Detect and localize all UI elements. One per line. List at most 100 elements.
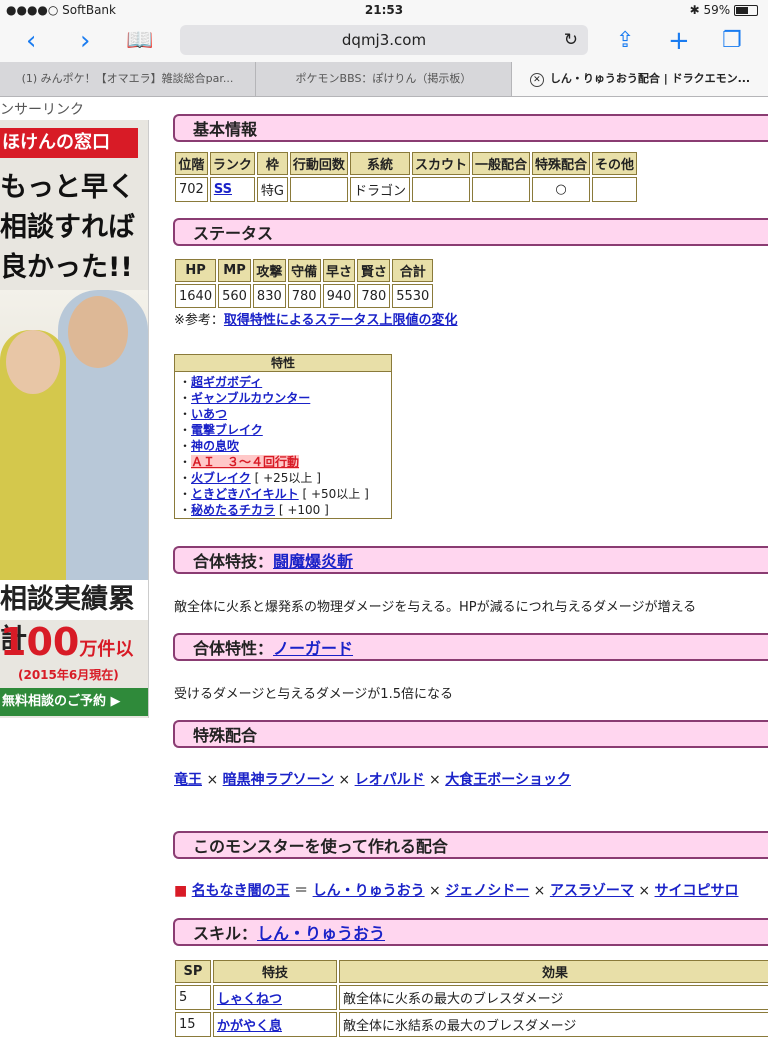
formula-sep: ×	[529, 883, 550, 899]
traits-header: 特性	[175, 355, 391, 372]
trait-item: ・超ギガボディ	[179, 375, 263, 389]
status-table: HP MP 攻撃 守備 早さ 賢さ 合計 1640 560 830 780 940 780 5530	[173, 257, 435, 310]
tab-label: (1) みんポケ！【オマエラ】雑談総合par...	[21, 72, 234, 85]
close-tab-icon[interactable]: ✕	[529, 73, 544, 87]
tab-3-active[interactable]: ✕ しん・りゅうおう配合 | ドラクエモン...	[512, 62, 768, 96]
uses-formula: ■ 名もなき闇の王 ＝ しん・りゅうおう × ジェノシドー × アスラゾーマ ×…	[174, 880, 739, 900]
ad-cta-button[interactable]: 無料相談のご予約 ▶	[0, 688, 148, 716]
trait-extra: [ +50以上 ]	[298, 487, 369, 501]
trait-link[interactable]: 神の息吹	[191, 439, 239, 453]
trait-extra: [ +100 ]	[275, 503, 329, 517]
basic-col-header: スカウト	[411, 152, 470, 175]
basic-col-header: 系統	[349, 152, 410, 175]
monster-link[interactable]: 竜王	[174, 772, 202, 788]
battery-icon	[734, 5, 758, 16]
monster-link[interactable]: 名もなき闇の王	[192, 883, 290, 899]
trait-link[interactable]: 火ブレイク	[191, 471, 251, 485]
stat-col-header: HP	[175, 259, 217, 282]
stat-cell: 830	[252, 284, 286, 308]
tab-2[interactable]: ポケモンBBS：ぽけりん（掲示板）	[256, 62, 512, 96]
gattai-skill-desc: 敵全体に火系と爆発系の物理ダメージを与える。HPが減るにつれ与えるダメージが増え…	[174, 600, 697, 615]
basic-cell: ○	[531, 177, 590, 202]
trait-link[interactable]: いあつ	[191, 407, 227, 421]
stat-col-header: MP	[218, 259, 251, 282]
stat-col-header: 攻撃	[252, 259, 286, 282]
skill-link[interactable]: しん・りゅうおう	[257, 924, 385, 943]
gattai-trait-link[interactable]: ノーガード	[273, 639, 353, 658]
section-status: ステータス	[173, 218, 768, 246]
basic-cell	[471, 177, 530, 202]
tab-label: ポケモンBBS：ぽけりん（掲示板）	[295, 72, 472, 85]
url-text: dqmj3.com	[341, 31, 427, 49]
stat-cell: 780	[287, 284, 321, 308]
monster-link[interactable]: しん・りゅうおう	[313, 883, 425, 899]
basic-cell: ドラゴン	[349, 177, 410, 202]
stat-col-header: 賢さ	[357, 259, 391, 282]
trait-link[interactable]: ときどきバイキルト	[191, 487, 299, 501]
section-special-breed: 特殊配合	[173, 720, 768, 748]
rank-link[interactable]: SS	[214, 182, 232, 197]
trait-link[interactable]: 超ギガボディ	[191, 375, 262, 389]
skill-sp: 15	[175, 1012, 211, 1037]
tabs-overview-icon[interactable]: ❐	[722, 26, 742, 56]
sidebar-ad[interactable]: ほけんの窓口 もっと早く 相談すれば 良かった!! 相談実績累計 100万件以上…	[0, 120, 149, 718]
basic-col-header: 特殊配合	[531, 152, 590, 175]
table-row: 15 かがやく息 敵全体に氷結系の最大のブレスダメージ	[175, 1012, 768, 1037]
trait-item: ・ギャンブルカウンター	[179, 391, 311, 405]
trait-item: ・電撃ブレイク	[179, 423, 263, 437]
formula-sep: ×	[333, 772, 355, 788]
address-bar[interactable]: dqmj3.com ↻	[180, 25, 588, 55]
trait-link[interactable]: ＡＩ ３～４回行動	[191, 455, 300, 469]
skill-move-link[interactable]: しゃくねつ	[217, 992, 282, 1007]
section-uses: このモンスターを使って作れる配合	[173, 831, 768, 859]
basic-cell: 特G	[256, 177, 288, 202]
basic-cell	[411, 177, 470, 202]
ad-headline-4: 相談実績累計	[0, 580, 148, 655]
trait-link[interactable]: 秘めたるチカラ	[191, 503, 275, 517]
bullet-icon: ■	[174, 883, 192, 899]
trait-link[interactable]: 電撃ブレイク	[191, 423, 263, 437]
trait-link[interactable]: ギャンブルカウンター	[191, 391, 310, 405]
basic-info-table: 位階 ランク枠行動回数 系統 スカウト 一般配合 特殊配合 その他 702 SS 特G ドラゴン ○	[173, 150, 639, 204]
tab-1[interactable]: (1) みんポケ！【オマエラ】雑談総合par...	[0, 62, 256, 96]
forward-icon[interactable]: ›	[80, 26, 90, 56]
monster-link[interactable]: 暗黒神ラプソーン	[223, 772, 334, 788]
monster-link[interactable]: 大食王ボーショック	[445, 772, 571, 788]
monster-link[interactable]: アスラゾーマ	[550, 883, 634, 899]
status-limit-link[interactable]: 取得特性によるステータス上限値の変化	[224, 313, 458, 328]
monster-link[interactable]: ジェノシドー	[445, 883, 529, 899]
trait-item: ・いあつ	[179, 407, 228, 421]
skill-effect: 敵全体に火系の最大のブレスダメージ	[339, 985, 768, 1010]
monster-link[interactable]: サイコピサロ	[655, 883, 739, 899]
ad-headline-3: 良かった!!	[0, 252, 133, 283]
basic-col-header: 枠	[256, 152, 288, 175]
skill-sp: 5	[175, 985, 211, 1010]
monster-link[interactable]: レオパルド	[355, 772, 425, 788]
stat-col-header: 守備	[287, 259, 321, 282]
basic-col-header: 行動回数	[289, 152, 348, 175]
gattai-skill-link[interactable]: 闘魔爆炎斬	[273, 552, 353, 571]
new-tab-icon[interactable]: +	[668, 26, 690, 56]
ad-photo	[0, 290, 148, 580]
formula-sep: ×	[424, 883, 446, 899]
section-gattai-trait: 合体特性：ノーガード	[173, 633, 768, 661]
section-basic-info: 基本情報	[173, 114, 768, 142]
stat-cell: 940	[322, 284, 356, 308]
section-gattai-skill: 合体特技：闘魔爆炎斬	[173, 546, 768, 574]
basic-col-header: ランク	[209, 152, 255, 175]
formula-sep: ×	[633, 883, 655, 899]
trait-item: ・火ブレイク [ +25以上 ]	[179, 471, 321, 485]
share-icon[interactable]: ⇪	[616, 26, 634, 56]
skill-move-link[interactable]: かがやく息	[217, 1019, 282, 1034]
trait-item: ・神の息吹	[179, 439, 240, 453]
section-skill: スキル：しん・りゅうおう	[173, 918, 768, 946]
ad-headline-1: もっと早く	[0, 172, 135, 203]
battery-status: ✱ 59%	[690, 3, 758, 17]
bookmarks-icon[interactable]: 📖	[126, 26, 153, 56]
tab-bar: (1) みんポケ！【オマエラ】雑談総合par... ポケモンBBS：ぽけりん（掲…	[0, 62, 768, 97]
reload-icon[interactable]: ↻	[564, 25, 578, 55]
formula-sep: ×	[424, 772, 446, 788]
skill-table: SP 特技 効果 5 しゃくねつ 敵全体に火系の最大のブレスダメージ 15 かがやく息 敵…	[173, 958, 768, 1039]
trait-item: ・秘めたるチカラ [ +100 ]	[179, 503, 329, 517]
back-icon[interactable]: ‹	[26, 26, 36, 56]
